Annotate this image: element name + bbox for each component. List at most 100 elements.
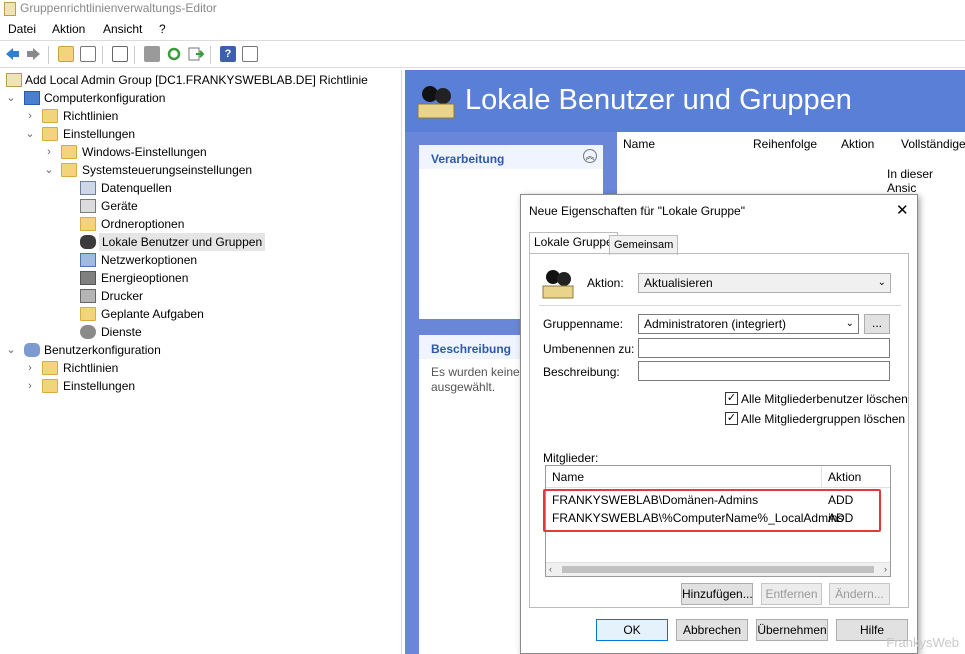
tree-item-benutzerkonfiguration[interactable]: Benutzerkonfiguration: [44, 341, 161, 359]
remove-button[interactable]: Entfernen: [761, 583, 822, 605]
empty-list-text: In dieser Ansic: [887, 167, 934, 195]
tree-item-windows-einstellungen[interactable]: Windows-Einstellungen: [82, 143, 207, 161]
tab-gemeinsam[interactable]: Gemeinsam: [609, 235, 679, 255]
tree-pane: Add Local Admin Group [DC1.FRANKYSWEBLAB…: [0, 70, 402, 654]
title-bar: Gruppenrichtlinienverwaltungs-Editor: [0, 0, 965, 18]
help-icon[interactable]: ?: [220, 46, 236, 62]
apply-button[interactable]: Übernehmen: [756, 619, 828, 641]
chevron-down-icon: ⌄: [845, 318, 854, 329]
toolbar: ?: [0, 40, 965, 68]
members-column-aktion[interactable]: Aktion: [822, 466, 890, 488]
user-config-icon: [24, 343, 40, 357]
tree-item-geraete[interactable]: Geräte: [101, 197, 138, 215]
change-button[interactable]: Ändern...: [829, 583, 890, 605]
action-label: Aktion:: [587, 276, 624, 290]
groupname-label: Gruppenname:: [543, 317, 624, 331]
refresh-icon[interactable]: [166, 46, 182, 62]
tree-item-ordneroptionen[interactable]: Ordneroptionen: [101, 215, 184, 233]
tree-item-einstellungen-user[interactable]: Einstellungen: [63, 377, 135, 395]
view-icon[interactable]: [242, 46, 258, 62]
tree-item-datenquellen[interactable]: Datenquellen: [101, 179, 172, 197]
browse-button[interactable]: ...: [864, 314, 890, 334]
computer-icon: [24, 91, 40, 105]
folder-icon: [61, 145, 77, 159]
tree-item-dienste[interactable]: Dienste: [101, 323, 142, 341]
network-icon: [80, 253, 96, 267]
expand-icon[interactable]: ›: [25, 107, 35, 125]
export-icon[interactable]: [188, 46, 205, 62]
menu-datei[interactable]: Datei: [8, 22, 36, 36]
delete-member-users-label: Alle Mitgliederbenutzer löschen: [741, 392, 908, 406]
folder-icon: [42, 109, 58, 123]
rename-field[interactable]: [638, 338, 890, 358]
expand-icon[interactable]: ›: [25, 377, 35, 395]
tree-item-systemsteuerungseinstellungen[interactable]: Systemsteuerungseinstellungen: [82, 161, 252, 179]
properties-icon[interactable]: [112, 46, 128, 62]
members-column-name[interactable]: Name: [546, 466, 822, 488]
processing-panel-title: Verarbeitung: [431, 152, 505, 166]
collapse-icon[interactable]: ⌄: [25, 125, 35, 143]
rename-label: Umbenennen zu:: [543, 342, 635, 356]
toolbar-separator: [48, 46, 49, 64]
collapse-icon[interactable]: ⌄: [6, 89, 16, 107]
scroll-left-icon[interactable]: ‹: [549, 564, 552, 574]
tree-item-geplante-aufgaben[interactable]: Geplante Aufgaben: [101, 305, 204, 323]
menu-ansicht[interactable]: Ansicht: [103, 22, 142, 36]
show-hide-tree-icon[interactable]: [80, 46, 96, 62]
column-name[interactable]: Name: [623, 137, 655, 151]
expand-icon[interactable]: ›: [44, 143, 54, 161]
description-text-2: ausgewählt.: [431, 380, 496, 394]
tree-item-netzwerkoptionen[interactable]: Netzwerkoptionen: [101, 251, 197, 269]
delete-member-users-checkbox[interactable]: ✓: [725, 392, 738, 405]
folder-icon: [42, 379, 58, 393]
action-select[interactable]: Aktualisieren ⌄: [638, 273, 891, 293]
chevron-down-icon: ⌄: [877, 277, 886, 288]
cancel-button[interactable]: Abbrechen: [676, 619, 748, 641]
column-vollstaendige[interactable]: Vollständige: [901, 137, 965, 151]
groupname-combobox[interactable]: Administratoren (integriert) ⌄: [638, 314, 859, 334]
back-icon[interactable]: [4, 46, 20, 62]
watermark: FrankysWeb: [886, 635, 959, 650]
up-folder-icon[interactable]: [58, 46, 74, 62]
tree-item-richtlinien-user[interactable]: Richtlinien: [63, 359, 118, 377]
collapse-icon[interactable]: ⌄: [6, 341, 16, 359]
toolbar-separator: [102, 46, 103, 64]
properties-dialog: Neue Eigenschaften für "Lokale Gruppe" ✕…: [520, 194, 918, 654]
column-aktion[interactable]: Aktion: [841, 137, 874, 151]
services-icon: [80, 325, 96, 339]
folder-icon: [42, 127, 58, 141]
tree-item-energieoptionen[interactable]: Energieoptionen: [101, 269, 188, 287]
description-text-1: Es wurden keine: [431, 365, 520, 379]
horizontal-scrollbar[interactable]: ‹ ›: [546, 562, 890, 576]
menu-aktion[interactable]: Aktion: [52, 22, 85, 36]
control-panel-icon: [61, 163, 77, 177]
action-select-value: Aktualisieren: [644, 276, 713, 290]
scroll-right-icon[interactable]: ›: [884, 564, 887, 574]
tree-item-richtlinien[interactable]: Richtlinien: [63, 107, 118, 125]
description-field[interactable]: [638, 361, 890, 381]
print-icon[interactable]: [144, 46, 160, 62]
users-groups-icon: [80, 235, 96, 249]
scrollbar-thumb[interactable]: [562, 566, 874, 573]
tab-lokale-gruppe[interactable]: Lokale Gruppe: [529, 232, 618, 254]
column-reihenfolge[interactable]: Reihenfolge: [753, 137, 817, 151]
tree-item-drucker[interactable]: Drucker: [101, 287, 143, 305]
description-label: Beschreibung:: [543, 365, 620, 379]
toolbar-separator: [210, 46, 211, 64]
close-icon[interactable]: ✕: [896, 201, 909, 219]
forward-icon[interactable]: [26, 46, 42, 62]
tree-root[interactable]: Add Local Admin Group [DC1.FRANKYSWEBLAB…: [25, 71, 368, 89]
collapse-panel-icon[interactable]: ︽: [583, 149, 597, 163]
dialog-title: Neue Eigenschaften für "Lokale Gruppe": [529, 204, 745, 218]
highlight-box: [543, 489, 881, 532]
expand-icon[interactable]: ›: [25, 359, 35, 377]
menu-help[interactable]: ?: [159, 22, 166, 36]
ok-button[interactable]: OK: [596, 619, 668, 641]
tree-item-computerkonfiguration[interactable]: Computerkonfiguration: [44, 89, 165, 107]
add-button[interactable]: Hinzufügen...: [681, 583, 753, 605]
delete-member-groups-checkbox[interactable]: ✓: [725, 412, 738, 425]
power-icon: [80, 271, 96, 285]
tree-item-einstellungen[interactable]: Einstellungen: [63, 125, 135, 143]
collapse-icon[interactable]: ⌄: [44, 161, 54, 179]
tree-item-lokale-benutzer-und-gruppen[interactable]: Lokale Benutzer und Gruppen: [99, 233, 266, 251]
